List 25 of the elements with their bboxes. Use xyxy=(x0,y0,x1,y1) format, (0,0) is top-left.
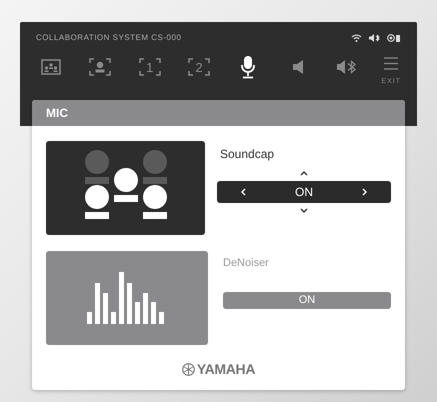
selector-value: ON xyxy=(295,184,313,201)
speaker-bluetooth-icon xyxy=(369,34,380,42)
speaker-icon xyxy=(292,59,304,75)
panel-title: MIC xyxy=(46,105,68,122)
layout-icon xyxy=(41,59,61,75)
value-selector[interactable]: ON xyxy=(217,181,391,203)
chevron-right-icon[interactable] xyxy=(362,188,367,196)
setting-label: Soundcap xyxy=(219,146,276,163)
menu-icon xyxy=(384,57,398,70)
chevron-down-icon[interactable] xyxy=(300,208,308,213)
brand-logo: YAMAHA xyxy=(196,360,256,379)
setting-label: DeNoiser xyxy=(222,256,270,271)
camera-status-icon xyxy=(387,34,401,42)
preset-number: 1 xyxy=(146,60,154,74)
chevron-left-icon[interactable] xyxy=(241,188,246,196)
preset-number: 2 xyxy=(195,60,203,74)
chevron-up-icon[interactable] xyxy=(300,171,308,176)
nav-tab[interactable]: 1 xyxy=(134,54,165,80)
bluetooth-speaker-icon xyxy=(336,59,358,75)
person-frame-icon xyxy=(89,58,112,76)
microphone-icon xyxy=(240,55,256,79)
nav-tab[interactable]: 2 xyxy=(184,54,214,80)
level-bars-icon xyxy=(87,272,167,324)
system-title: COLLABORATION SYSTEM CS-000 xyxy=(36,32,182,44)
wifi-icon xyxy=(351,34,362,42)
